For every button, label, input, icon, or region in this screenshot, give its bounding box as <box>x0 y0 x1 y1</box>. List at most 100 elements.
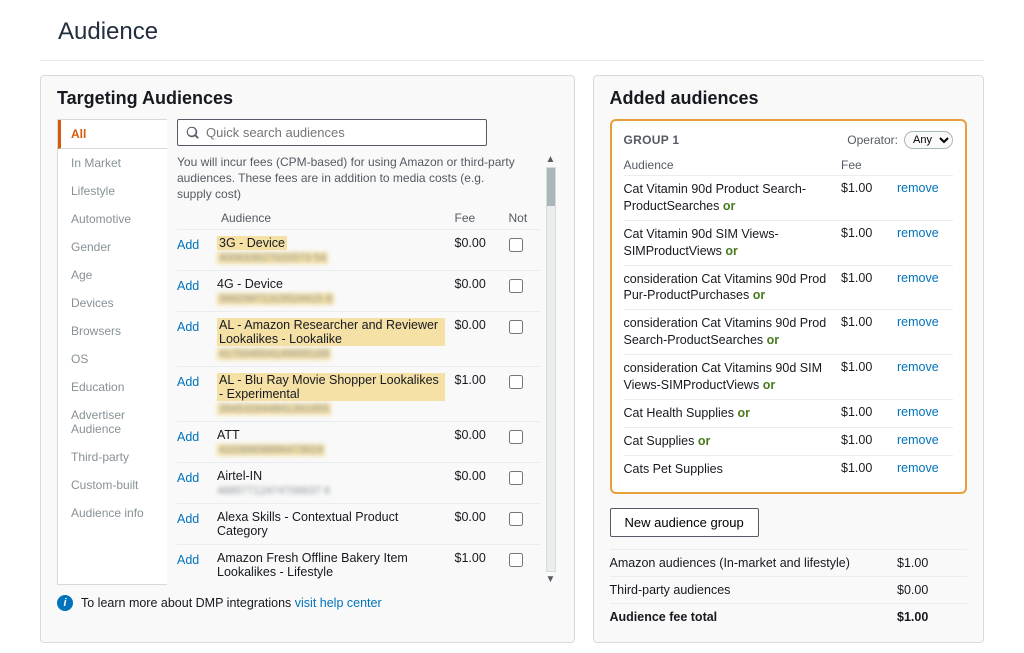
group-rows: Cat Vitamin 90d Product Search-ProductSe… <box>624 176 954 482</box>
add-link[interactable]: Add <box>177 236 217 252</box>
operator-select[interactable]: Any <box>904 131 953 149</box>
tab-custom-built[interactable]: Custom-built <box>58 471 167 499</box>
group-columns: Audience Fee <box>624 155 954 176</box>
tab-in-market[interactable]: In Market <box>58 149 167 177</box>
audience-name: ATT41036808896473919 <box>217 428 455 456</box>
tab-lifestyle[interactable]: Lifestyle <box>58 177 167 205</box>
tab-automotive[interactable]: Automotive <box>58 205 167 233</box>
add-link[interactable]: Add <box>177 277 217 293</box>
not-checkbox-cell <box>509 277 541 296</box>
audience-rows: Add3G - Device400633627020573 54$0.00Add… <box>177 229 541 585</box>
audience-name: 3G - Device400633627020573 54 <box>217 236 455 264</box>
tab-browsers[interactable]: Browsers <box>58 317 167 345</box>
group-name: GROUP 1 <box>624 133 680 147</box>
summary-amazon-label: Amazon audiences (In-market and lifestyl… <box>610 556 898 570</box>
audience-fee: $1.00 <box>455 551 509 565</box>
page-title: Audience <box>58 18 984 46</box>
fee-summary: Amazon audiences (In-market and lifestyl… <box>610 549 968 630</box>
not-checkbox[interactable] <box>509 512 523 526</box>
audience-row: AddAmazon Fresh Offline Bakery Item Look… <box>177 544 541 585</box>
remove-link[interactable]: remove <box>897 181 953 195</box>
search-icon <box>186 126 200 140</box>
tab-age[interactable]: Age <box>58 261 167 289</box>
dmp-info: i To learn more about DMP integrations v… <box>57 595 558 611</box>
not-checkbox[interactable] <box>509 279 523 293</box>
not-checkbox[interactable] <box>509 553 523 567</box>
audience-row: AddAL - Amazon Researcher and Reviewer L… <box>177 311 541 366</box>
or-operator: or <box>753 288 766 302</box>
add-link[interactable]: Add <box>177 510 217 526</box>
info-text: To learn more about DMP integrations <box>81 596 295 610</box>
remove-link[interactable]: remove <box>897 226 953 240</box>
group-header: GROUP 1 Operator: Any <box>624 131 954 149</box>
or-operator: or <box>737 406 750 420</box>
tab-audience-info[interactable]: Audience info <box>58 499 167 527</box>
remove-link[interactable]: remove <box>897 271 953 285</box>
group-audience-name: Cat Vitamin 90d SIM Views-SIMProductView… <box>624 226 842 260</box>
divider <box>40 60 984 61</box>
not-checkbox[interactable] <box>509 320 523 334</box>
summary-third-fee: $0.00 <box>897 583 967 597</box>
new-audience-group-button[interactable]: New audience group <box>610 508 759 537</box>
not-checkbox[interactable] <box>509 238 523 252</box>
add-link[interactable]: Add <box>177 428 217 444</box>
list-main: You will incur fees (CPM-based) for usin… <box>177 154 541 585</box>
remove-link[interactable]: remove <box>897 433 953 447</box>
targeting-panel: Targeting Audiences AllIn MarketLifestyl… <box>40 75 575 643</box>
remove-link[interactable]: remove <box>897 461 953 475</box>
category-tabs: AllIn MarketLifestyleAutomotiveGenderAge… <box>57 119 167 585</box>
audience-name: Alexa Skills - Contextual Product Catego… <box>217 510 455 538</box>
not-checkbox[interactable] <box>509 471 523 485</box>
tab-third-party[interactable]: Third-party <box>58 443 167 471</box>
or-operator: or <box>723 199 736 213</box>
remove-link[interactable]: remove <box>897 360 953 374</box>
not-checkbox-cell <box>509 510 541 529</box>
help-center-link[interactable]: visit help center <box>295 596 382 610</box>
group-row: Cat Vitamin 90d SIM Views-SIMProductView… <box>624 221 954 266</box>
info-text-wrap: To learn more about DMP integrations vis… <box>81 596 382 610</box>
info-icon: i <box>57 595 73 611</box>
tab-education[interactable]: Education <box>58 373 167 401</box>
remove-link[interactable]: remove <box>897 405 953 419</box>
tab-os[interactable]: OS <box>58 345 167 373</box>
audience-row: AddAL - Blu Ray Movie Shopper Lookalikes… <box>177 366 541 421</box>
add-link[interactable]: Add <box>177 318 217 334</box>
tab-all[interactable]: All <box>58 120 167 149</box>
audience-name: AL - Amazon Researcher and Reviewer Look… <box>217 318 455 360</box>
add-link[interactable]: Add <box>177 469 217 485</box>
audience-fee: $0.00 <box>455 428 509 442</box>
group-fee: $1.00 <box>841 433 897 447</box>
scroll-track[interactable] <box>546 167 556 572</box>
search-wrap <box>177 119 558 146</box>
group-row: consideration Cat Vitamins 90d Prod Pur-… <box>624 266 954 311</box>
group-fee: $1.00 <box>841 181 897 195</box>
add-link[interactable]: Add <box>177 373 217 389</box>
tab-gender[interactable]: Gender <box>58 233 167 261</box>
summary-row-amazon: Amazon audiences (In-market and lifestyl… <box>610 549 968 576</box>
group-audience-name: consideration Cat Vitamins 90d Prod Sear… <box>624 315 842 349</box>
group-audience-name: consideration Cat Vitamins 90d Prod Pur-… <box>624 271 842 305</box>
main-columns: Targeting Audiences AllIn MarketLifestyl… <box>40 75 984 643</box>
not-checkbox-cell <box>509 469 541 488</box>
scroll-thumb[interactable] <box>547 168 555 206</box>
audience-row: Add4G - Device36629971315524415 8$0.00 <box>177 270 541 311</box>
group-row: Cats Pet Supplies$1.00remove <box>624 456 954 483</box>
scrollbar[interactable]: ▲ ▼ <box>544 154 558 585</box>
not-checkbox[interactable] <box>509 430 523 444</box>
tab-devices[interactable]: Devices <box>58 289 167 317</box>
scroll-down-icon[interactable]: ▼ <box>546 574 556 585</box>
not-checkbox[interactable] <box>509 375 523 389</box>
audience-row: AddATT41036808896473919$0.00 <box>177 421 541 462</box>
summary-amazon-fee: $1.00 <box>897 556 967 570</box>
tab-advertiser-audience[interactable]: Advertiser Audience <box>58 401 167 443</box>
group-header-remove <box>897 158 953 172</box>
summary-total-fee: $1.00 <box>897 610 967 624</box>
add-link[interactable]: Add <box>177 551 217 567</box>
group-audience-name: Cat Vitamin 90d Product Search-ProductSe… <box>624 181 842 215</box>
remove-link[interactable]: remove <box>897 315 953 329</box>
search-box[interactable] <box>177 119 487 146</box>
scroll-up-icon[interactable]: ▲ <box>546 154 556 165</box>
search-input[interactable] <box>206 125 478 140</box>
audience-name: AL - Blu Ray Movie Shopper Lookalikes - … <box>217 373 455 415</box>
group-audience-name: Cats Pet Supplies <box>624 461 842 478</box>
